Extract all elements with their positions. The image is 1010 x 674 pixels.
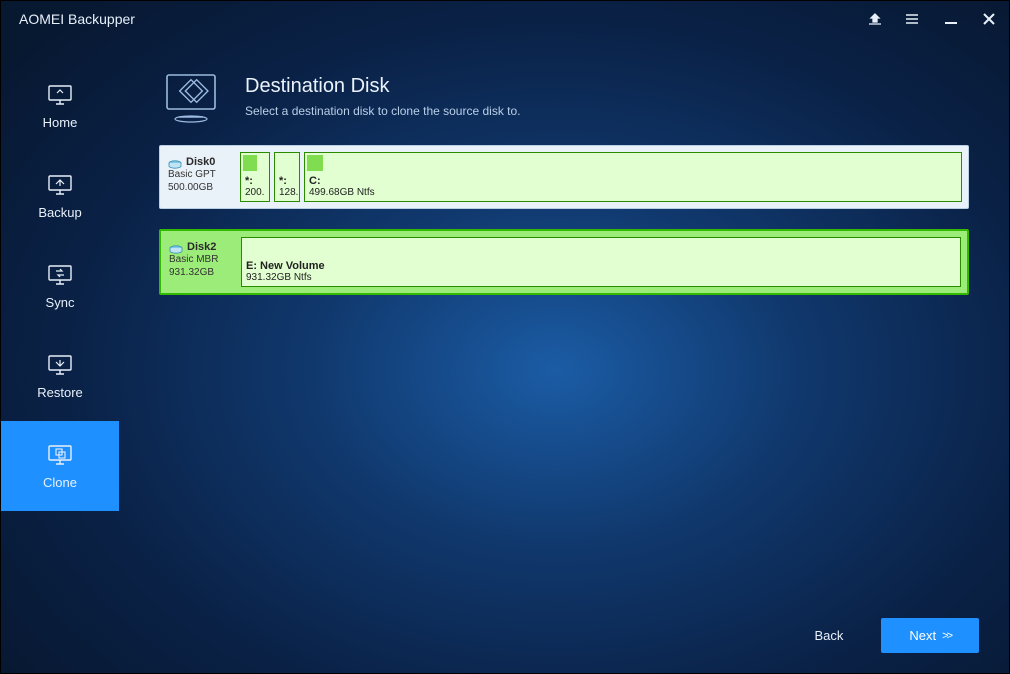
monitor-backup-icon	[46, 173, 74, 197]
partition-label: *:	[245, 175, 265, 187]
monitor-restore-icon	[46, 353, 74, 377]
sidebar-item-restore[interactable]: Restore	[1, 331, 119, 421]
monitor-clone-icon	[46, 443, 74, 467]
close-icon[interactable]	[981, 11, 997, 27]
main: Destination Disk Select a destination di…	[119, 37, 1009, 673]
disk-info: Disk0 Basic GPT 500.00GB	[166, 152, 240, 202]
partition-label: *:	[279, 175, 295, 187]
footer: Back Next >>	[805, 618, 980, 653]
disk-name: Disk0	[186, 156, 215, 168]
partition-map: *: 200. *: 128. C: 499.68GB Ntfs	[240, 152, 962, 202]
disk-size: 931.32GB	[169, 266, 239, 279]
sidebar-item-label: Sync	[46, 295, 75, 310]
sidebar-item-label: Backup	[38, 205, 81, 220]
titlebar-right	[867, 11, 997, 27]
titlebar: AOMEI Backupper	[1, 1, 1009, 37]
partition-sub: 128.	[279, 187, 295, 199]
sidebar-item-backup[interactable]: Backup	[1, 151, 119, 241]
destination-disk-icon	[159, 67, 223, 125]
app-title: AOMEI Backupper	[19, 11, 135, 27]
back-label: Back	[815, 628, 844, 643]
next-label: Next	[909, 628, 936, 643]
partition[interactable]: *: 200.	[240, 152, 270, 202]
disk-info: Disk2 Basic MBR 931.32GB	[167, 237, 241, 287]
next-button[interactable]: Next >>	[881, 618, 979, 653]
disk-icon	[169, 242, 183, 252]
sidebar-item-label: Home	[43, 115, 78, 130]
partition[interactable]: *: 128.	[274, 152, 300, 202]
partition[interactable]: C: 499.68GB Ntfs	[304, 152, 962, 202]
partition-label: C:	[309, 175, 957, 187]
page-header-text: Destination Disk Select a destination di…	[245, 75, 521, 118]
minimize-icon[interactable]	[943, 11, 959, 27]
partition-label: E: New Volume	[246, 260, 956, 272]
sidebar-item-sync[interactable]: Sync	[1, 241, 119, 331]
titlebar-left: AOMEI Backupper	[19, 11, 135, 27]
partition-sub: 499.68GB Ntfs	[309, 187, 957, 199]
disk-size: 500.00GB	[168, 181, 238, 194]
menu-icon[interactable]	[905, 11, 921, 27]
chevron-right-icon: >>	[942, 630, 951, 642]
disk-icon	[168, 157, 182, 167]
page-title: Destination Disk	[245, 75, 521, 98]
sidebar-item-home[interactable]: Home	[1, 61, 119, 151]
partition-map: E: New Volume 931.32GB Ntfs	[241, 237, 961, 287]
partition[interactable]: E: New Volume 931.32GB Ntfs	[241, 237, 961, 287]
partition-sub: 931.32GB Ntfs	[246, 272, 956, 284]
sidebar: Home Backup Sync Restore Clone	[1, 61, 119, 511]
sidebar-item-clone[interactable]: Clone	[1, 421, 119, 511]
back-button[interactable]: Back	[805, 620, 854, 651]
upgrade-icon[interactable]	[867, 11, 883, 27]
partition-sub: 200.	[245, 187, 265, 199]
page-subtitle: Select a destination disk to clone the s…	[245, 104, 521, 118]
disk-row-selected[interactable]: Disk2 Basic MBR 931.32GB E: New Volume 9…	[159, 229, 969, 295]
sidebar-item-label: Restore	[37, 385, 83, 400]
disk-row[interactable]: Disk0 Basic GPT 500.00GB *: 200. *: 128.	[159, 145, 969, 209]
monitor-home-icon	[46, 83, 74, 107]
disk-type: Basic MBR	[169, 253, 239, 266]
disk-type: Basic GPT	[168, 168, 238, 181]
monitor-sync-icon	[46, 263, 74, 287]
disk-name: Disk2	[187, 241, 216, 253]
page-header: Destination Disk Select a destination di…	[119, 37, 1009, 145]
disk-list: Disk0 Basic GPT 500.00GB *: 200. *: 128.	[119, 145, 1009, 295]
sidebar-item-label: Clone	[43, 475, 77, 490]
